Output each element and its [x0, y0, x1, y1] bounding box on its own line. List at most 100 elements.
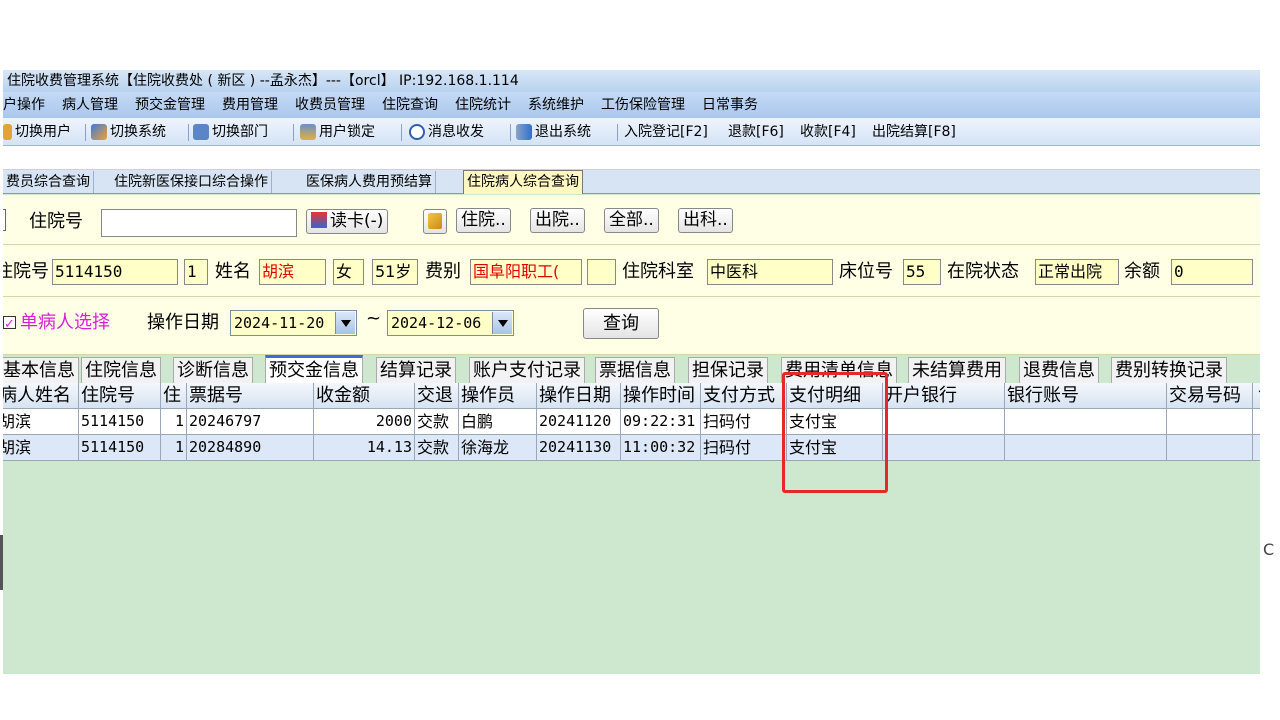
col-amount[interactable]: 收金额	[314, 383, 415, 409]
menu-stats[interactable]: 住院统计	[455, 92, 511, 118]
switch-dept-button[interactable]: 切换部门	[193, 118, 268, 146]
col-op-date[interactable]: 操作日期	[537, 383, 621, 409]
messages-button[interactable]: 消息收发	[409, 118, 484, 146]
fee-type-field[interactable]: 国阜阳职工(	[470, 259, 582, 285]
app-window: 住院收费管理系统【住院收费处 ( 新区 ) --孟永杰】---【orcl】 IP…	[3, 70, 1260, 674]
tab-guarantee[interactable]: 担保记录	[688, 357, 768, 383]
switch-system-icon	[91, 124, 107, 140]
col-operator[interactable]: 操作员	[459, 383, 537, 409]
tab-inpatient-query[interactable]: 住院病人综合查询	[463, 170, 583, 194]
col-op-time[interactable]: 操作时间	[621, 383, 701, 409]
discharge-button[interactable]: 出院结算[F8]	[872, 118, 956, 146]
discharged-button[interactable]: 出院..	[530, 208, 585, 233]
table-row[interactable]: 胡滨 5114150 1 20246797 2000 交款 白鹏 2024112…	[3, 409, 1260, 435]
checkbox-checked-icon	[3, 312, 16, 338]
highlight-box	[782, 372, 888, 493]
col-trade-no[interactable]: 交易号码	[1167, 383, 1253, 409]
age-field[interactable]: 51岁	[372, 259, 418, 285]
menu-cashier[interactable]: 收费员管理	[295, 92, 365, 118]
all-button[interactable]: 全部..	[604, 208, 659, 233]
switch-user-button[interactable]: 切换用户	[3, 118, 71, 146]
status-field[interactable]: 正常出院	[1035, 259, 1119, 285]
calendar-icon	[193, 124, 209, 140]
read-card-button[interactable]: 读卡(-)	[306, 209, 389, 234]
search-hosp-no-input[interactable]	[101, 209, 297, 237]
menu-daily[interactable]: 日常事务	[702, 92, 758, 118]
card-reader-icon	[311, 212, 327, 228]
col-receipt-no[interactable]: 票据号	[187, 383, 314, 409]
tab-diagnosis[interactable]: 诊断信息	[173, 357, 253, 383]
users-icon	[3, 124, 12, 140]
broom-icon	[428, 213, 442, 229]
query-button[interactable]: 查询	[583, 308, 659, 339]
op-date-label: 操作日期	[147, 312, 219, 333]
tab-unsettled[interactable]: 未结算费用	[908, 357, 1006, 383]
hosp-no-field[interactable]: 5114150	[52, 259, 178, 285]
tab-hosp-info[interactable]: 住院信息	[81, 357, 161, 383]
single-patient-checkbox[interactable]: 单病人选择	[3, 310, 110, 338]
switch-system-button[interactable]: 切换系统	[91, 118, 166, 146]
tab-insurance-ops[interactable]: 住院新医保接口综合操作	[111, 171, 272, 193]
user-lock-icon	[300, 124, 316, 140]
tab-deposit-info[interactable]: 预交金信息	[265, 355, 363, 383]
user-lock-button[interactable]: 用户锁定	[300, 118, 375, 146]
exit-door-icon	[516, 124, 532, 140]
tab-fee-type-change[interactable]: 费别转换记录	[1111, 357, 1227, 383]
search-panel: 住院号 读卡(-) 住院.. 出院.. 全部.. 出科..	[3, 195, 1260, 245]
col-hosp-no[interactable]: 住院号	[79, 383, 161, 409]
side-char: C	[1263, 540, 1275, 559]
col-bank[interactable]: 开户银行	[883, 383, 1005, 409]
checkbox-edge[interactable]	[3, 209, 6, 231]
refund-button[interactable]: 退款[F6]	[728, 118, 784, 146]
exit-button[interactable]: 退出系统	[516, 118, 591, 146]
tab-refund-info[interactable]: 退费信息	[1019, 357, 1099, 383]
bed-label: 床位号	[839, 261, 893, 282]
date-from-picker[interactable]: 2024-11-20	[230, 310, 357, 336]
toolbar: 切换用户 切换系统 切换部门 用户锁定 消息收发 退出系统 入院登记[F2] 退…	[3, 118, 1260, 146]
col-bank-account[interactable]: 银行账号	[1005, 383, 1167, 409]
charge-button[interactable]: 收款[F4]	[800, 118, 856, 146]
table-header: 病人姓名 住院号 住 票据号 收金额 交退 操作员 操作日期 操作时间 支付方式…	[3, 383, 1260, 409]
table-row[interactable]: 胡滨 5114150 1 20284890 14.13 交款 徐海龙 20241…	[3, 435, 1260, 461]
col-pay-refund[interactable]: 交退	[415, 383, 459, 409]
tab-settlement[interactable]: 结算记录	[376, 357, 456, 383]
tab-insurance-presettle[interactable]: 医保病人费用预结算	[303, 171, 436, 193]
sex-field[interactable]: 女	[333, 259, 364, 285]
dept-field[interactable]: 中医科	[707, 259, 833, 285]
hosp-no-label: 住院号	[3, 261, 49, 282]
balance-label: 余额	[1124, 261, 1160, 282]
name-label: 姓名	[215, 261, 251, 282]
col-overflow[interactable]: ↑	[1253, 383, 1260, 409]
chevron-down-icon[interactable]	[492, 312, 512, 334]
col-times[interactable]: 住	[161, 383, 187, 409]
name-field[interactable]: 胡滨	[259, 259, 326, 285]
admit-times-field[interactable]: 1	[184, 259, 208, 285]
menu-bar: 户操作 病人管理 预交金管理 费用管理 收费员管理 住院查询 住院统计 系统维护 工伤保险管理日…	[3, 92, 1260, 118]
module-tabs: 费员综合查询 住院新医保接口综合操作 医保病人费用预结算 住院病人综合查询	[3, 170, 1260, 194]
fee-extra-field[interactable]	[587, 259, 616, 285]
menu-patient[interactable]: 病人管理	[62, 92, 118, 118]
dept-out-button[interactable]: 出科..	[678, 208, 733, 233]
col-pay-method[interactable]: 支付方式	[701, 383, 787, 409]
col-patient-name[interactable]: 病人姓名	[3, 383, 79, 409]
bed-field[interactable]: 55	[903, 259, 941, 285]
menu-fees[interactable]: 费用管理	[222, 92, 278, 118]
menu-query[interactable]: 住院查询	[382, 92, 438, 118]
menu-user-ops[interactable]: 户操作	[3, 92, 45, 118]
menu-deposit[interactable]: 预交金管理	[135, 92, 205, 118]
date-to-picker[interactable]: 2024-12-06	[387, 310, 514, 336]
inpatient-button[interactable]: 住院..	[456, 208, 511, 233]
tab-account-payment[interactable]: 账户支付记录	[469, 357, 585, 383]
detail-tabs: 基本信息 住院信息 诊断信息 预交金信息 结算记录 账户支付记录 票据信息 担保…	[3, 355, 1260, 383]
admit-button[interactable]: 入院登记[F2]	[624, 118, 708, 146]
spacer	[3, 146, 1260, 170]
dept-label: 住院科室	[622, 261, 694, 282]
chevron-down-icon[interactable]	[335, 312, 355, 334]
tab-receipts[interactable]: 票据信息	[595, 357, 675, 383]
clear-broom-button[interactable]	[423, 209, 447, 234]
balance-field[interactable]: 0	[1171, 259, 1253, 285]
menu-system[interactable]: 系统维护	[528, 92, 584, 118]
tab-basic-info[interactable]: 基本信息	[3, 357, 79, 383]
menu-injury-insurance[interactable]: 工伤保险管理	[601, 92, 685, 118]
tab-cashier-query[interactable]: 费员综合查询	[3, 171, 94, 193]
